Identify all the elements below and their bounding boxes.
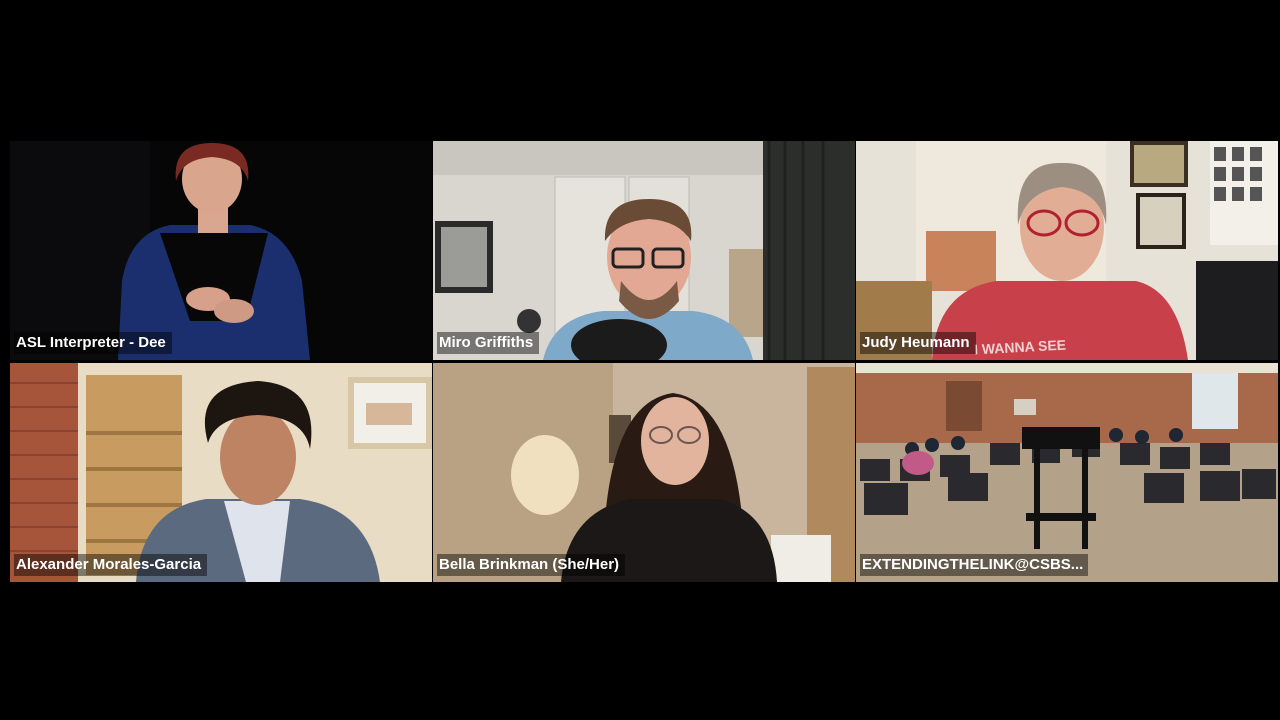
video-feed [856,363,1278,582]
participant-name: Bella Brinkman (She/Her) [437,554,626,576]
video-feed [856,141,1278,360]
video-grid: ASL Interpreter - Dee Miro Griffiths I W… [10,141,1278,582]
participant-name: ASL Interpreter - Dee [14,332,172,354]
video-feed [433,363,855,582]
video-feed [433,141,855,360]
participant-name: Miro Griffiths [437,332,540,354]
video-tile-extendingthelink[interactable]: EXTENDINGTHELINK@CSBS... [856,363,1278,582]
participant-name: EXTENDINGTHELINK@CSBS... [860,554,1088,576]
video-feed [10,363,432,582]
video-feed [10,141,432,360]
video-tile-bella-brinkman[interactable]: Bella Brinkman (She/Her) [433,363,855,582]
participant-name: Alexander Morales-Garcia [14,554,208,576]
video-tile-asl-interpreter[interactable]: ASL Interpreter - Dee [10,141,432,360]
participant-name: Judy Heumann [860,332,976,354]
video-tile-judy-heumann[interactable]: I WANNA SEE Judy Heumann [856,141,1278,360]
video-tile-alexander-morales-garcia[interactable]: Alexander Morales-Garcia [10,363,432,582]
video-tile-miro-griffiths[interactable]: Miro Griffiths [433,141,855,360]
